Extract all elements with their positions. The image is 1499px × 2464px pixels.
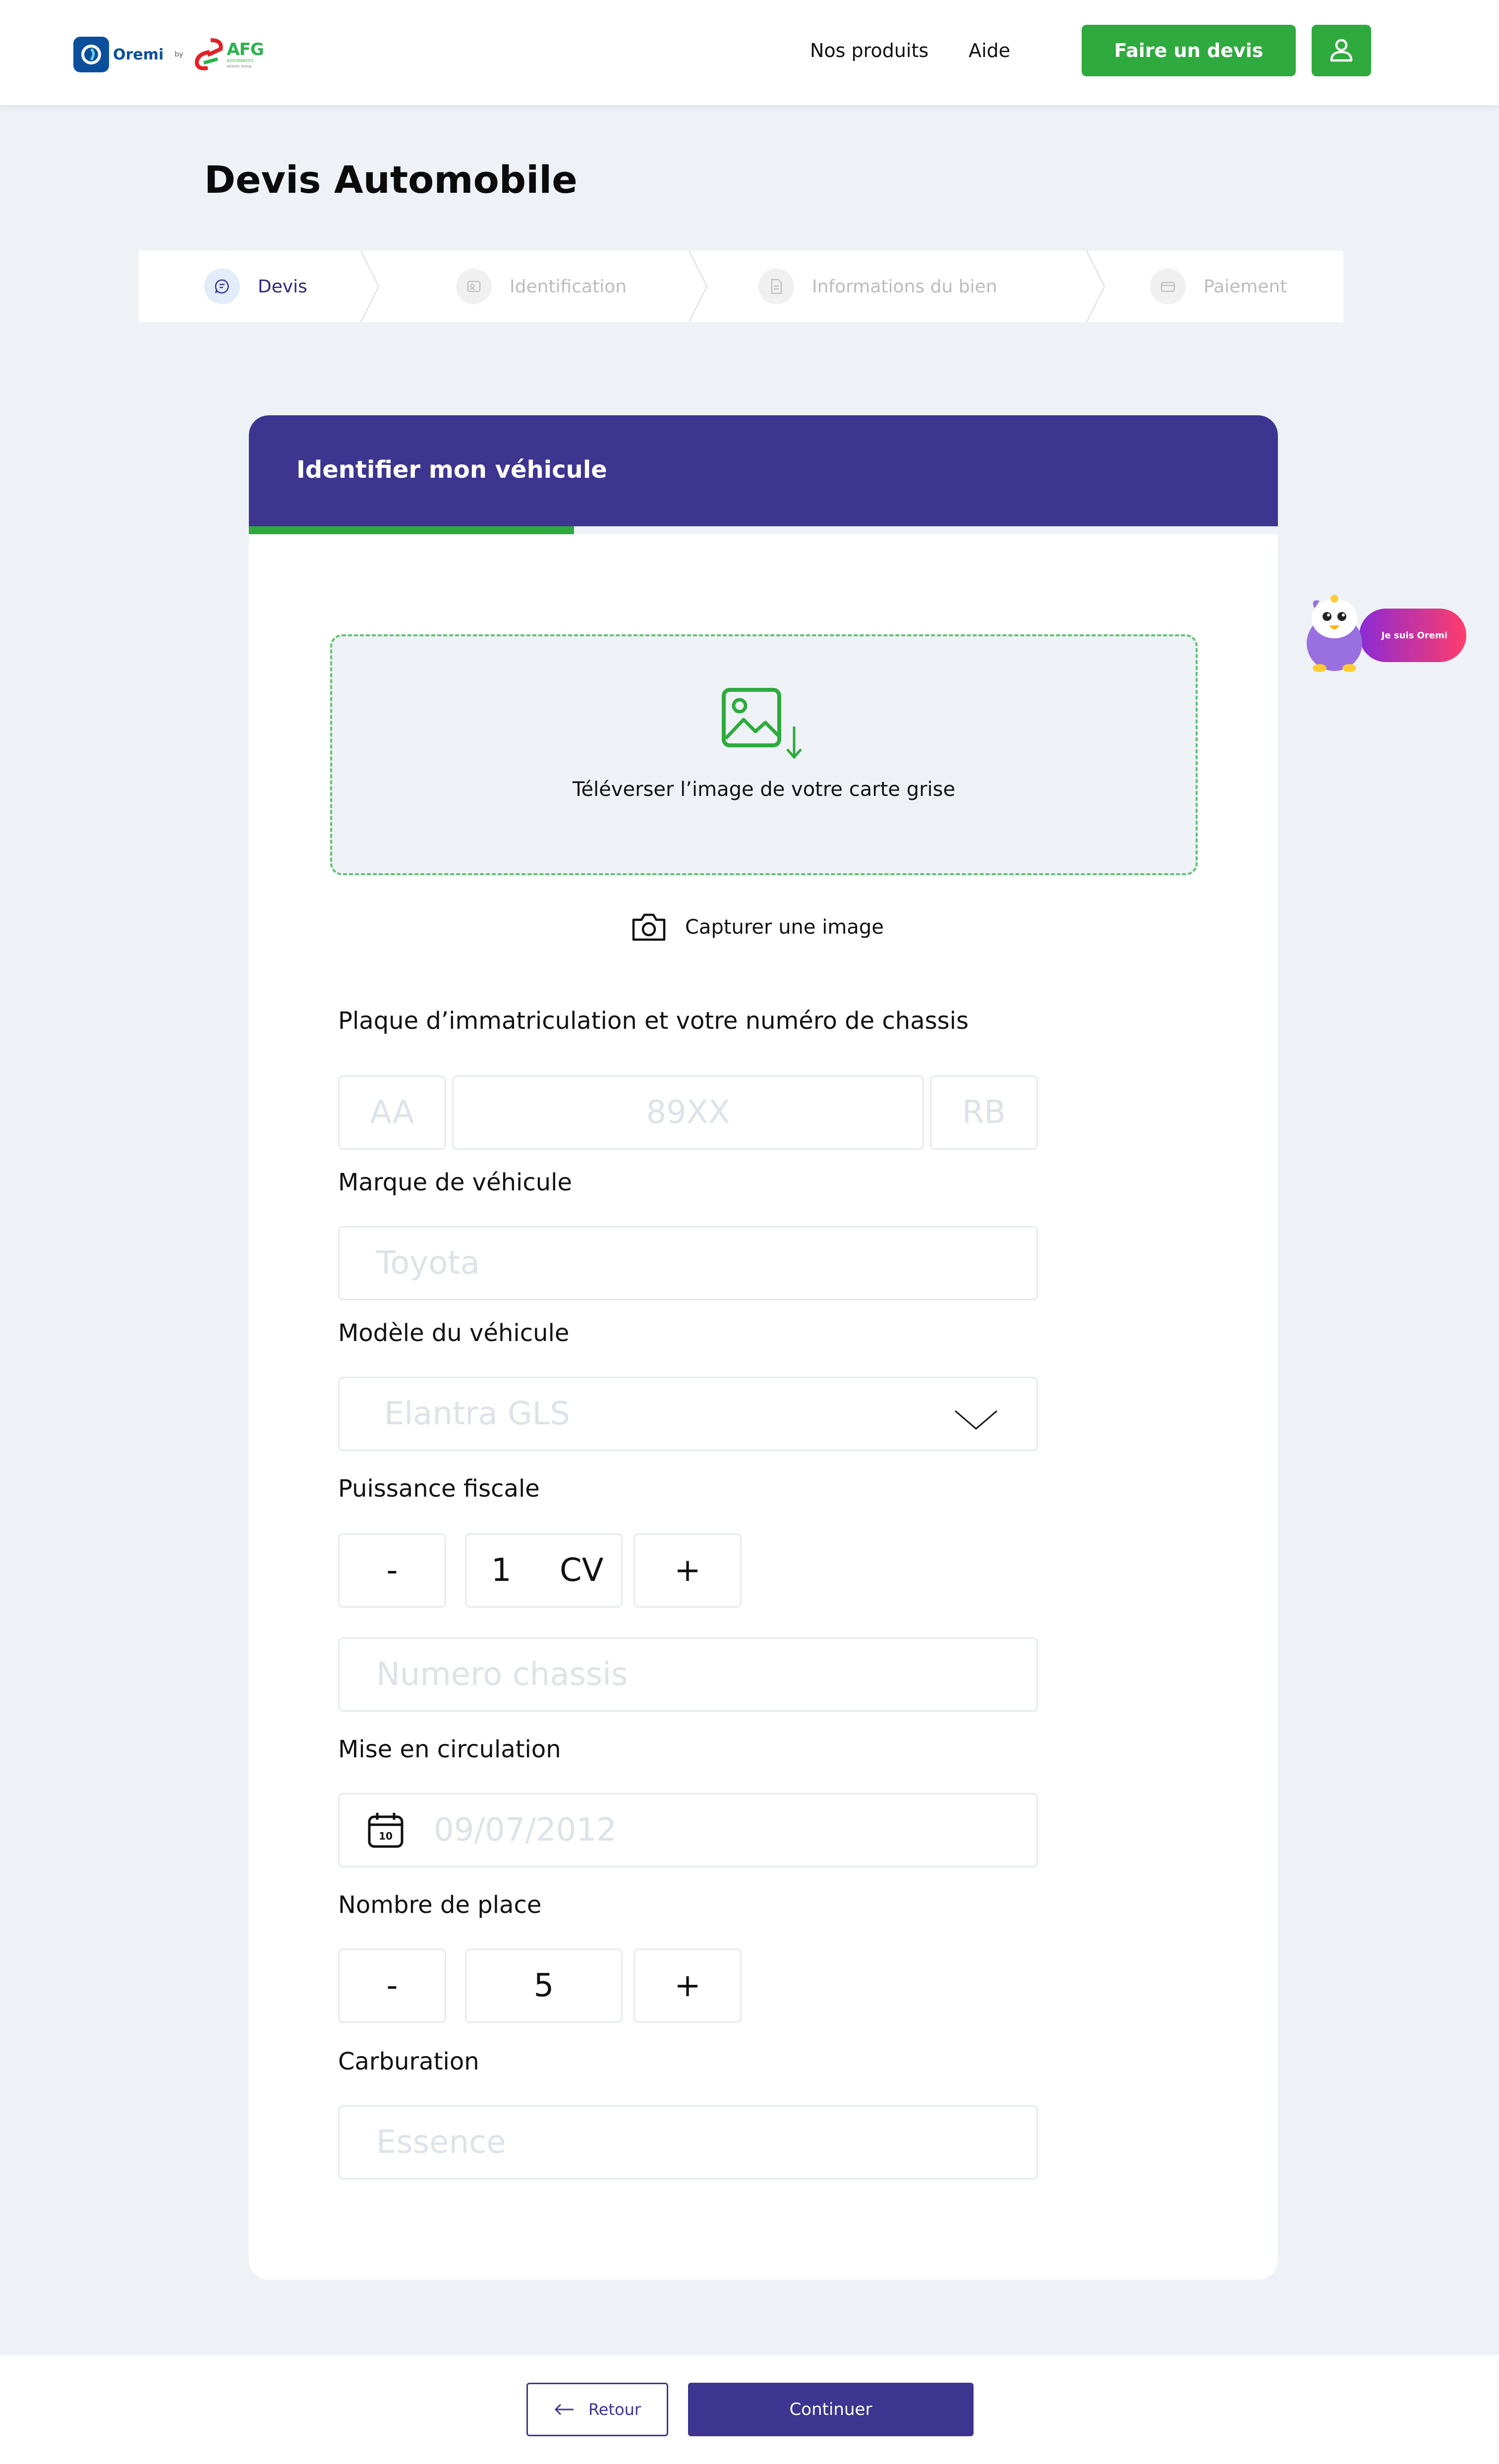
brand-logo[interactable]: Oremi by AFG ASSURANCES Atlantic Group bbox=[73, 34, 264, 75]
user-icon bbox=[1330, 39, 1353, 62]
top-header: Oremi by AFG ASSURANCES Atlantic Group N… bbox=[0, 0, 1499, 105]
logo-by-text: by bbox=[174, 51, 183, 58]
circulation-label: Mise en circulation bbox=[338, 1736, 561, 1763]
capture-text: Capturer une image bbox=[685, 916, 884, 939]
nav-help-link[interactable]: Aide bbox=[969, 40, 1010, 61]
faire-un-devis-button[interactable]: Faire un devis bbox=[1082, 25, 1296, 76]
document-icon bbox=[758, 269, 794, 304]
mascot-icon bbox=[1307, 595, 1362, 672]
seats-number: 5 bbox=[533, 1967, 554, 2004]
chevron-down-icon bbox=[955, 1410, 997, 1430]
fiscal-power-number: 1 bbox=[491, 1552, 512, 1589]
step-divider bbox=[1086, 251, 1105, 322]
wallet-icon bbox=[1150, 269, 1186, 304]
image-upload-icon bbox=[722, 688, 802, 759]
form-footer: Retour Continuer bbox=[0, 2355, 1499, 2464]
fiscal-power-decrement-button[interactable]: - bbox=[338, 1533, 446, 1608]
fiscal-power-value[interactable]: 1 CV bbox=[465, 1533, 623, 1608]
back-button[interactable]: Retour bbox=[526, 2383, 668, 2436]
afg-logo-text: AFG bbox=[227, 39, 264, 59]
plus-label: + bbox=[674, 1552, 701, 1589]
step-label: Paiement bbox=[1204, 276, 1287, 297]
chassis-input[interactable]: Numero chassis bbox=[338, 1637, 1038, 1712]
calendar-icon: 10 bbox=[368, 1813, 404, 1848]
back-label: Retour bbox=[588, 2400, 641, 2419]
step-divider bbox=[360, 251, 380, 322]
page-title: Devis Automobile bbox=[204, 158, 577, 202]
plus-label: + bbox=[674, 1967, 701, 2004]
fuel-placeholder: Essence bbox=[376, 2124, 506, 2161]
continue-button[interactable]: Continuer bbox=[688, 2383, 974, 2436]
id-card-icon bbox=[456, 269, 492, 304]
afg-mark-icon bbox=[195, 38, 223, 70]
afg-logo-group: Atlantic Group bbox=[227, 64, 252, 68]
circulation-placeholder: 09/07/2012 bbox=[434, 1812, 617, 1848]
form-progress-bar bbox=[249, 526, 1278, 534]
plate-part1-placeholder: AA bbox=[370, 1094, 414, 1131]
step-label: Informations du bien bbox=[812, 276, 997, 297]
fuel-input[interactable]: Essence bbox=[338, 2105, 1038, 2180]
seats-increment-button[interactable]: + bbox=[634, 1949, 742, 2023]
chassis-placeholder: Numero chassis bbox=[376, 1656, 628, 1693]
arrow-left-icon bbox=[554, 2404, 574, 2415]
fiscal-power-unit: CV bbox=[560, 1552, 604, 1589]
model-label: Modèle du véhicule bbox=[338, 1319, 570, 1347]
quote-stepper: Devis Identification Informations du bie… bbox=[139, 251, 1343, 322]
seats-value[interactable]: 5 bbox=[465, 1949, 623, 2023]
brand-placeholder: Toyota bbox=[376, 1245, 480, 1282]
oremi-logo-icon bbox=[73, 37, 109, 72]
minus-label: - bbox=[386, 1967, 398, 2004]
calendar-day: 10 bbox=[379, 1830, 393, 1842]
plate-part1-input[interactable]: AA bbox=[338, 1075, 446, 1150]
model-select[interactable]: Elantra GLS bbox=[338, 1377, 1038, 1451]
step-label: Devis bbox=[258, 276, 307, 297]
plate-part2-placeholder: 89XX bbox=[646, 1094, 730, 1131]
nav-products-link[interactable]: Nos produits bbox=[810, 40, 928, 61]
model-placeholder: Elantra GLS bbox=[384, 1396, 570, 1432]
capture-image-button[interactable]: Capturer une image bbox=[631, 912, 884, 943]
carte-grise-dropzone[interactable]: Téléverser l’image de votre carte grise bbox=[330, 634, 1198, 875]
assistant-label: Je suis Oremi bbox=[1381, 630, 1447, 641]
fiscal-power-label: Puissance fiscale bbox=[338, 1475, 540, 1503]
step-label: Identification bbox=[510, 276, 627, 297]
plate-part3-placeholder: RB bbox=[962, 1094, 1006, 1131]
user-account-button[interactable] bbox=[1312, 25, 1371, 76]
fiscal-power-increment-button[interactable]: + bbox=[634, 1533, 742, 1608]
step-informations-du-bien[interactable]: Informations du bien bbox=[758, 251, 997, 322]
seats-label: Nombre de place bbox=[338, 1891, 542, 1919]
brand-label: Marque de véhicule bbox=[338, 1169, 573, 1196]
step-identification[interactable]: Identification bbox=[456, 251, 627, 322]
circulation-date-input[interactable]: 10 09/07/2012 bbox=[338, 1793, 1038, 1867]
afg-logo: AFG ASSURANCES Atlantic Group bbox=[193, 37, 264, 72]
plate-part2-input[interactable]: 89XX bbox=[452, 1075, 924, 1150]
brand-input[interactable]: Toyota bbox=[338, 1226, 1038, 1300]
step-divider bbox=[688, 251, 708, 322]
plate-part3-input[interactable]: RB bbox=[930, 1075, 1038, 1150]
step-paiement[interactable]: Paiement bbox=[1150, 251, 1287, 322]
camera-icon bbox=[632, 913, 666, 941]
card-header: Identifier mon véhicule bbox=[249, 415, 1278, 526]
vehicle-card: Identifier mon véhicule Téléverser l’ima… bbox=[249, 415, 1278, 2280]
fuel-label: Carburation bbox=[338, 2048, 479, 2075]
card-title: Identifier mon véhicule bbox=[296, 456, 607, 484]
seats-decrement-button[interactable]: - bbox=[338, 1949, 446, 2023]
minus-label: - bbox=[386, 1552, 398, 1589]
upload-text: Téléverser l’image de votre carte grise bbox=[572, 778, 956, 801]
chat-icon bbox=[204, 269, 240, 304]
oremi-logo-text: Oremi bbox=[113, 46, 164, 63]
plate-label: Plaque d’immatriculation et votre numéro… bbox=[338, 1007, 969, 1035]
step-devis[interactable]: Devis bbox=[204, 251, 307, 322]
form-progress-fill bbox=[249, 526, 575, 534]
afg-logo-sub: ASSURANCES bbox=[227, 58, 254, 63]
oremi-assistant-widget[interactable]: Je suis Oremi bbox=[1285, 584, 1466, 675]
